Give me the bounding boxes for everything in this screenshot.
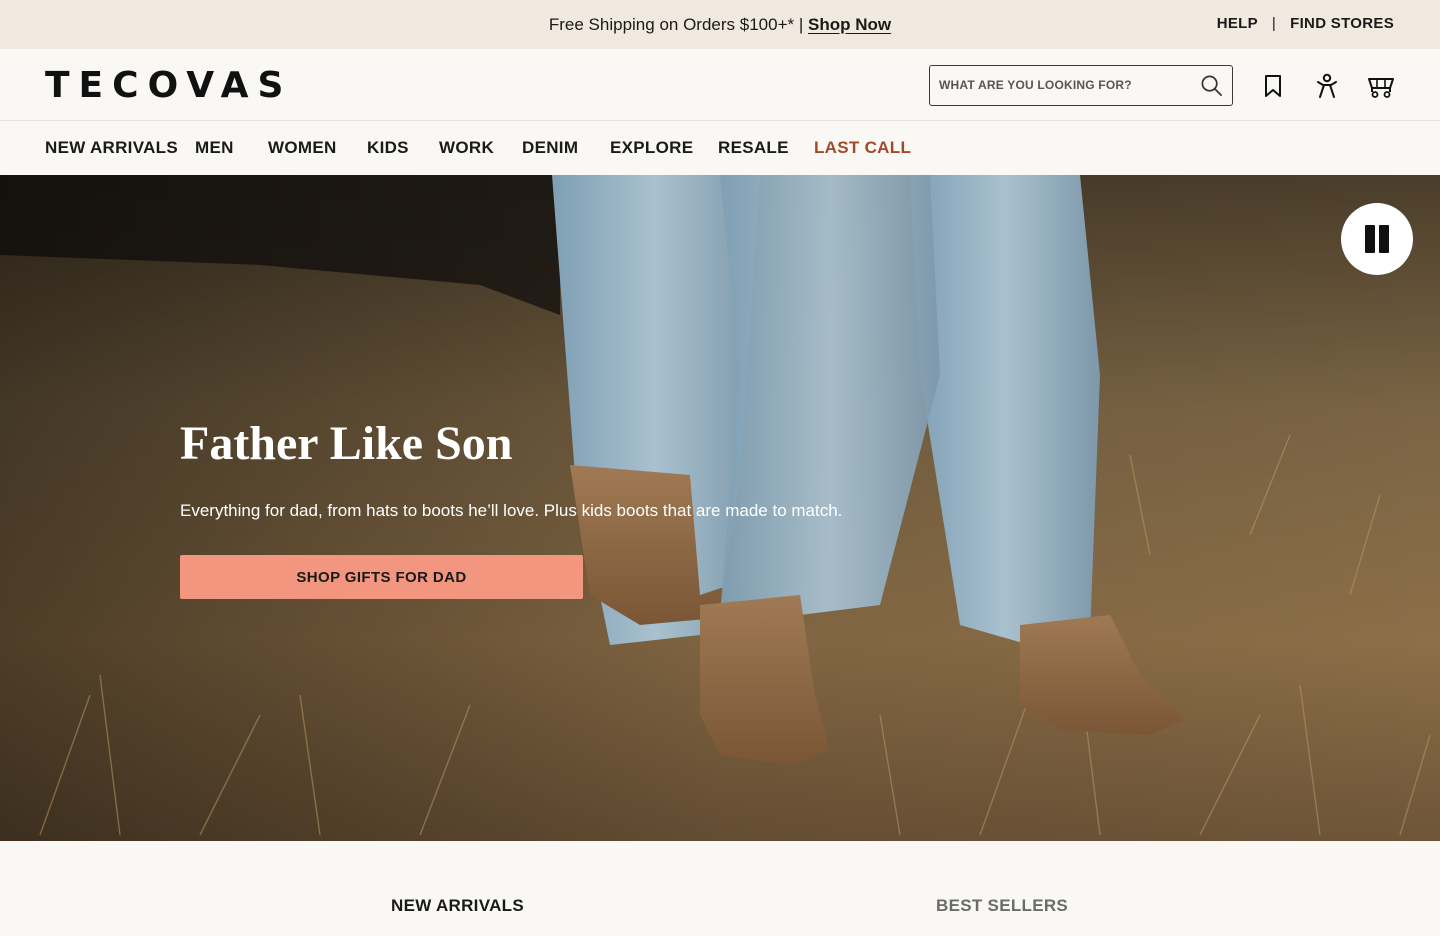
video-pause-button[interactable] (1341, 203, 1413, 275)
search-input[interactable] (930, 66, 1180, 104)
shop-gifts-for-dad-button[interactable]: SHOP GIFTS FOR DAD (180, 555, 583, 599)
search-box (929, 65, 1233, 106)
search-icon[interactable] (1200, 74, 1223, 97)
find-stores-link[interactable]: FIND STORES (1290, 15, 1394, 32)
logo[interactable]: TECOVAS (45, 68, 292, 104)
help-link[interactable]: HELP (1217, 15, 1258, 32)
site-header: TECOVAS (0, 49, 1440, 121)
nav-item-kids[interactable]: KIDS (367, 138, 409, 158)
hero-subtitle: Everything for dad, from hats to boots h… (180, 501, 843, 520)
nav-item-women[interactable]: WOMEN (268, 138, 337, 158)
shop-now-link[interactable]: Shop Now (808, 15, 891, 34)
tab-new-arrivals[interactable]: NEW ARRIVALS (391, 896, 524, 916)
nav-item-work[interactable]: WORK (439, 138, 494, 158)
nav-item-explore[interactable]: EXPLORE (610, 138, 693, 158)
nav-item-last-call[interactable]: LAST CALL (814, 138, 911, 158)
hero-banner: Father Like Son Everything for dad, from… (0, 175, 1440, 841)
tab-best-sellers[interactable]: BEST SELLERS (936, 896, 1068, 916)
pause-icon (1341, 203, 1413, 275)
nav-item-denim[interactable]: DENIM (522, 138, 578, 158)
promo-bar: Free Shipping on Orders $100+* | Shop No… (0, 0, 1440, 49)
utility-links: HELP | FIND STORES (1217, 15, 1394, 32)
hero-title: Father Like Son (180, 417, 513, 470)
nav-item-resale[interactable]: RESALE (718, 138, 789, 158)
nav-item-new-arrivals[interactable]: NEW ARRIVALS (45, 138, 178, 158)
promo-text: Free Shipping on Orders $100+* | (548, 15, 804, 34)
cart-icon[interactable] (1367, 73, 1395, 99)
account-icon[interactable] (1314, 73, 1340, 99)
nav-item-men[interactable]: MEN (195, 138, 234, 158)
main-nav: NEW ARRIVALS MEN WOMEN KIDS WORK DENIM E… (0, 121, 1440, 175)
product-tabs: NEW ARRIVALS BEST SELLERS (0, 841, 1440, 936)
bookmark-icon[interactable] (1260, 73, 1286, 99)
utility-separator: | (1271, 15, 1277, 32)
